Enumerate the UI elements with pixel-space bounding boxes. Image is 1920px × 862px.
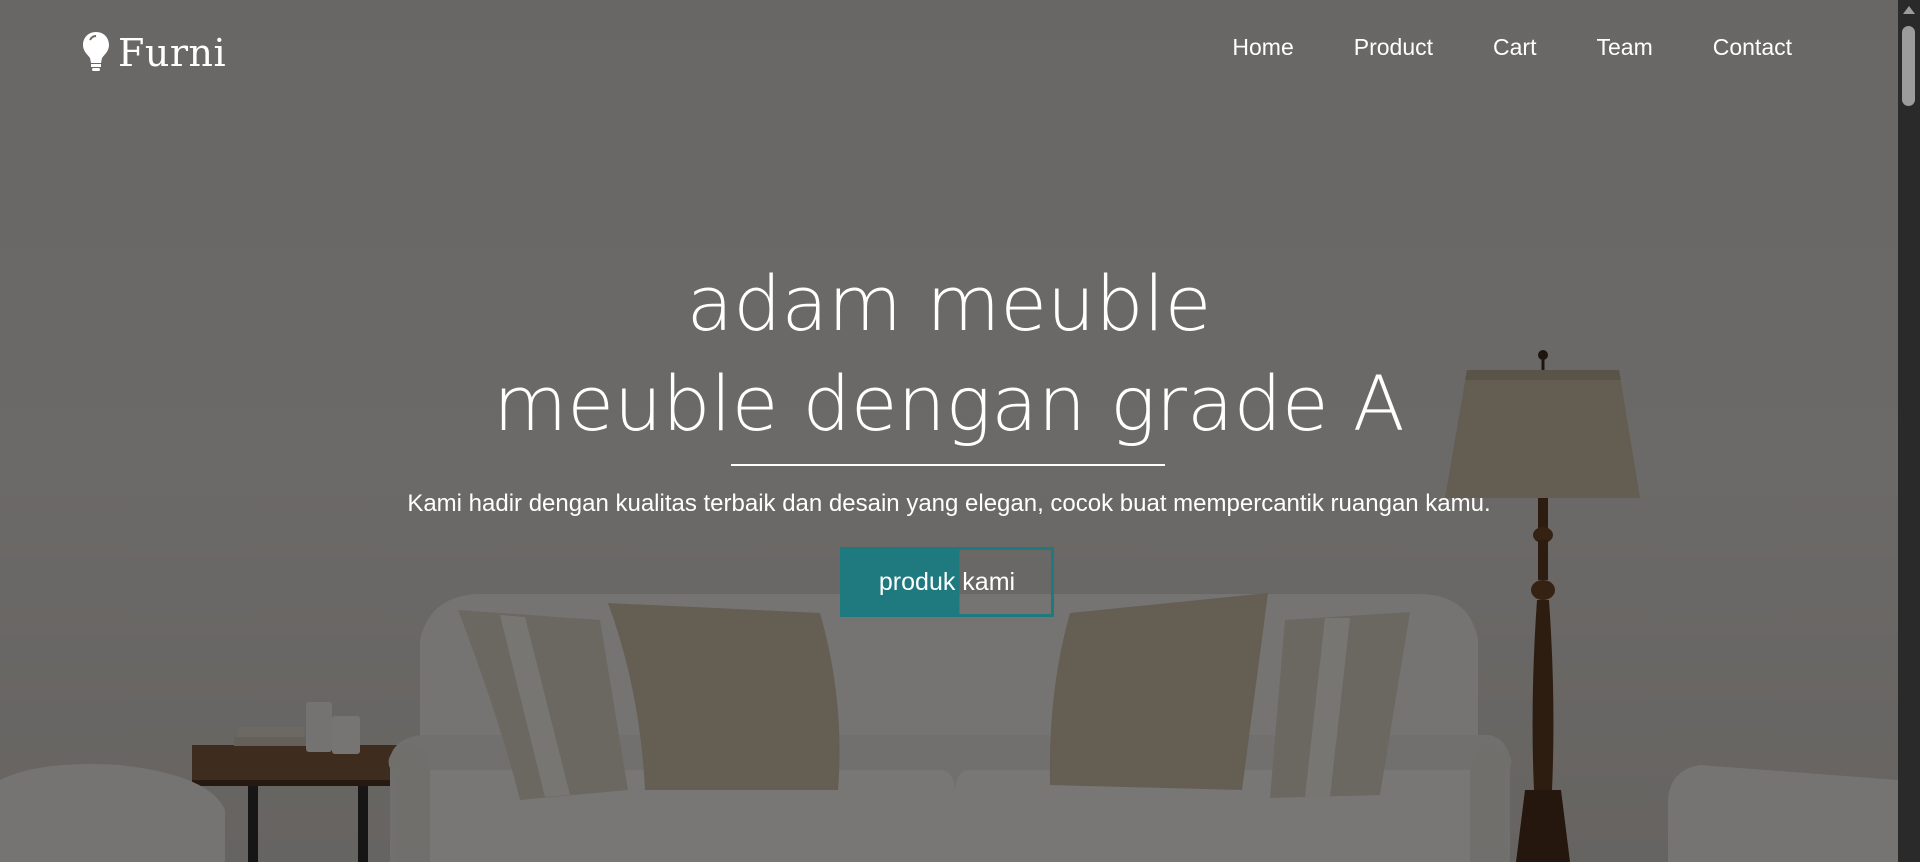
brand-name: Furni <box>118 31 227 75</box>
nav-link-product[interactable]: Product <box>1354 34 1433 61</box>
hero-title-line-2: meuble dengan grade A <box>493 359 1405 448</box>
hero-divider <box>731 464 1165 466</box>
products-button[interactable]: produk kami <box>840 547 1054 617</box>
nav-link-cart[interactable]: Cart <box>1493 34 1536 61</box>
nav-link-contact[interactable]: Contact <box>1713 34 1792 61</box>
nav-link-team[interactable]: Team <box>1596 34 1652 61</box>
nav-links: Home Product Cart Team Contact <box>1232 34 1792 61</box>
hero-subtitle: Kami hadir dengan kualitas terbaik dan d… <box>407 490 1491 517</box>
scrollbar-thumb[interactable] <box>1902 26 1915 106</box>
top-navbar: Furni Home Product Cart Team Contact <box>0 0 1898 100</box>
scroll-up-arrow-icon[interactable] <box>1903 6 1915 14</box>
hero-title-line-1: adam meuble <box>686 259 1212 348</box>
hero-title: adam meuble meuble dengan grade A <box>0 254 1898 454</box>
page-viewport: Furni Home Product Cart Team Contact ada… <box>0 0 1898 862</box>
vertical-scrollbar[interactable] <box>1898 0 1920 862</box>
nav-link-home[interactable]: Home <box>1232 34 1293 61</box>
brand-logo[interactable]: Furni <box>82 30 226 76</box>
lightbulb-icon <box>82 30 110 76</box>
